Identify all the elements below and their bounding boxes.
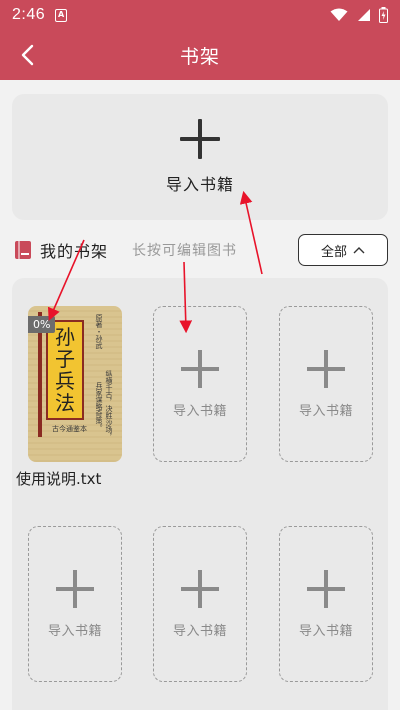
bookshelf-grid: 孙 子 兵 法 原著・孙武 纵横千古，决胜沙场， 兵家谋略奇策。 古今通鉴本 0… (12, 278, 388, 710)
plus-icon (180, 119, 220, 159)
empty-slot-label: 导入书籍 (298, 403, 353, 419)
status-time: 2:46 (12, 6, 46, 23)
progress-badge: 0% (28, 316, 56, 333)
chevron-up-icon (353, 247, 365, 254)
cover-blurb-2: 兵家谋略奇策。 (95, 382, 103, 431)
back-button[interactable] (14, 42, 40, 68)
shelf-hint: 长按可编辑图书 (132, 243, 238, 259)
book-title[interactable]: 使用说明.txt (16, 468, 101, 489)
cover-blurb: 纵横千古，决胜沙场， (105, 370, 113, 440)
wifi-icon (330, 8, 348, 21)
cover-author: 原著・孙武 (95, 314, 103, 349)
plus-icon (181, 349, 219, 388)
shelf-title: 我的书架 (40, 242, 109, 261)
filter-dropdown[interactable]: 全部 (298, 234, 388, 266)
empty-slot[interactable]: 导入书籍 (279, 526, 373, 682)
empty-slot[interactable]: 导入书籍 (28, 526, 122, 682)
empty-slot-label: 导入书籍 (47, 623, 102, 639)
import-books-button[interactable]: 导入书籍 (12, 94, 388, 220)
empty-slot-label: 导入书籍 (172, 403, 227, 419)
page-title: 书架 (179, 45, 220, 68)
book-cover[interactable]: 孙 子 兵 法 原著・孙武 纵横千古，决胜沙场， 兵家谋略奇策。 古今通鉴本 0… (28, 306, 122, 462)
status-bar: 2:46 A (0, 0, 400, 30)
book-item[interactable]: 孙 子 兵 法 原著・孙武 纵横千古，决胜沙场， 兵家谋略奇策。 古今通鉴本 0… (28, 306, 122, 462)
plus-icon (181, 569, 219, 608)
book-icon (15, 241, 31, 259)
empty-slot[interactable]: 导入书籍 (153, 526, 247, 682)
empty-slot-label: 导入书籍 (172, 623, 227, 639)
plus-icon (307, 349, 345, 388)
cover-subtitle: 古今通鉴本 (52, 425, 87, 433)
empty-slot[interactable]: 导入书籍 (153, 306, 247, 462)
signal-icon (358, 9, 370, 21)
empty-slot-label: 导入书籍 (298, 623, 353, 639)
battery-icon (379, 7, 388, 23)
plus-icon (307, 569, 345, 608)
plus-icon (56, 569, 94, 608)
chevron-left-icon (21, 44, 34, 66)
filter-label: 全部 (320, 244, 347, 260)
import-books-label: 导入书籍 (165, 175, 234, 194)
empty-slot[interactable]: 导入书籍 (279, 306, 373, 462)
shelf-header: 我的书架 长按可编辑图书 全部 (12, 232, 388, 268)
cover-title: 孙 子 兵 法 (46, 320, 84, 420)
app-bar: 书架 (0, 30, 400, 80)
notification-icon: A (55, 8, 68, 22)
